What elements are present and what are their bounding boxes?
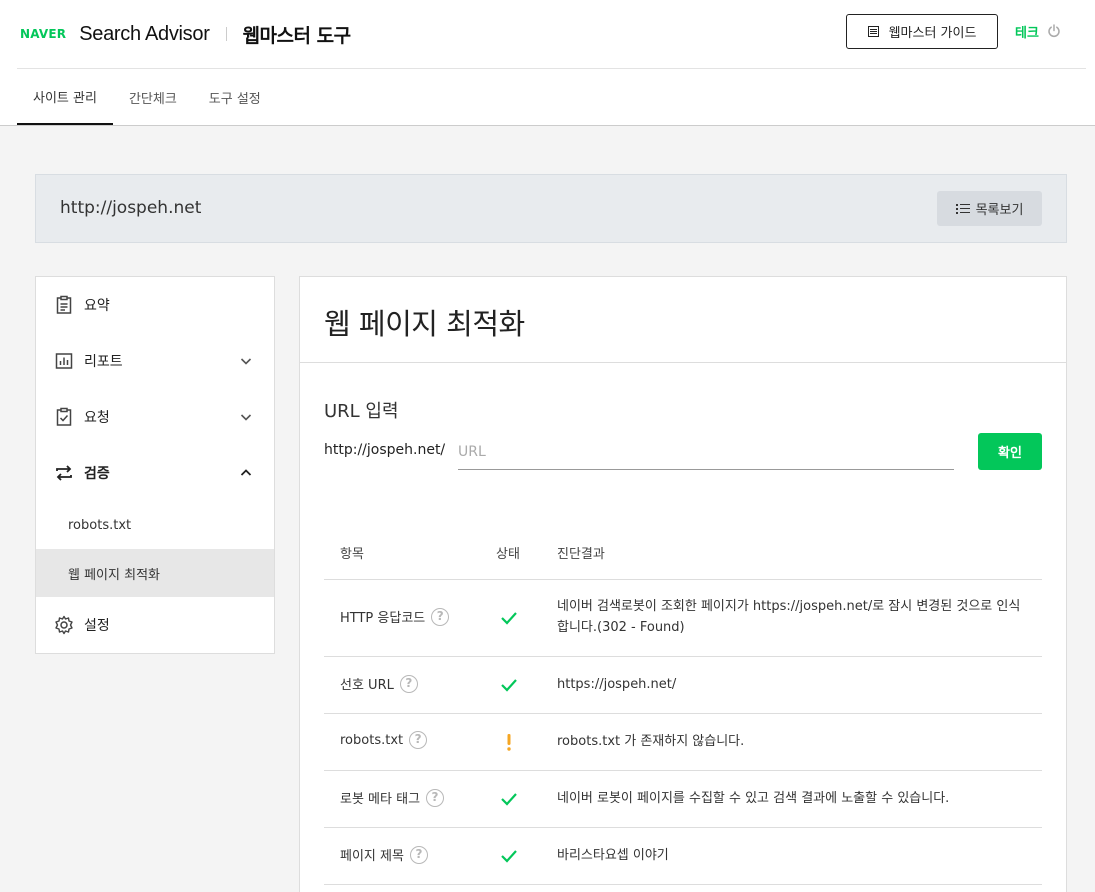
brand-divider xyxy=(225,27,227,41)
naver-logo[interactable]: NAVER xyxy=(20,27,66,41)
user-name[interactable]: 테크 xyxy=(1015,22,1039,41)
sidebar-item-label: 요약 xyxy=(84,298,110,314)
chevron-down-icon xyxy=(240,414,252,421)
row-result: 네이버 검색로봇이 조회한 페이지가 https://jospeh.net/로 … xyxy=(557,599,1021,635)
url-section-title: URL 입력 xyxy=(324,401,399,422)
sidebar-item-label: 검증 xyxy=(84,466,110,482)
site-bar: http://jospeh.net 목록보기 xyxy=(35,174,1067,243)
webmaster-guide-label: 웹마스터 가이드 xyxy=(888,26,977,41)
sidebar-item-request[interactable]: 요청 xyxy=(36,389,274,445)
table-row: 페이지 제목 ? 바리스타요셉 이야기 xyxy=(324,828,1042,885)
clipboard-check-icon xyxy=(56,407,72,426)
row-result: https://jospeh.net/ xyxy=(557,677,677,692)
sidebar-subitem-web-optimization[interactable]: 웹 페이지 최적화 xyxy=(36,549,274,597)
tab-simple-check[interactable]: 간단체크 xyxy=(113,69,193,125)
tab-site-management[interactable]: 사이트 관리 xyxy=(17,69,113,125)
row-item: 선호 URL ? xyxy=(340,674,418,693)
row-item: robots.txt ? xyxy=(340,731,428,749)
sidebar-item-verification[interactable]: 검증 xyxy=(36,445,274,501)
table-row: 선호 URL ? https://jospeh.net/ xyxy=(324,657,1042,714)
page-title: 웹 페이지 최적화 xyxy=(324,307,525,341)
brand[interactable]: NAVER Search Advisor 웹마스터 도구 xyxy=(20,20,351,48)
table-row: HTTP 응답코드 ? 네이버 검색로봇이 조회한 페이지가 https://j… xyxy=(324,580,1042,657)
row-result: 바리스타요셉 이야기 xyxy=(557,848,669,863)
row-item-label: robots.txt xyxy=(340,732,404,748)
confirm-button[interactable]: 확인 xyxy=(978,433,1042,470)
row-result: robots.txt 가 존재하지 않습니다. xyxy=(557,734,745,749)
row-item-label: 선호 URL xyxy=(340,678,394,693)
help-icon[interactable]: ? xyxy=(426,788,445,807)
url-input[interactable] xyxy=(458,435,954,470)
tab-tool-settings[interactable]: 도구 설정 xyxy=(193,69,277,125)
check-icon xyxy=(501,793,517,806)
check-icon xyxy=(501,612,517,625)
chevron-up-icon xyxy=(240,469,252,476)
help-icon[interactable]: ? xyxy=(409,845,428,864)
power-icon[interactable] xyxy=(1047,24,1061,38)
row-item-label: 페이지 제목 xyxy=(340,849,404,864)
header-result: 진단결과 xyxy=(557,547,605,562)
gear-icon xyxy=(55,615,73,635)
product-name[interactable]: Search Advisor xyxy=(79,23,210,46)
webmaster-guide-button[interactable]: 웹마스터 가이드 xyxy=(846,14,998,49)
main-tabs: 사이트 관리 간단체크 도구 설정 xyxy=(17,69,277,125)
site-url: http://jospeh.net xyxy=(60,198,202,218)
header-item: 항목 xyxy=(340,547,364,562)
list-view-label: 목록보기 xyxy=(975,203,1024,218)
chevron-down-icon xyxy=(240,358,252,365)
warning-icon xyxy=(507,734,511,751)
sidebar-item-report[interactable]: 리포트 xyxy=(36,333,274,389)
list-view-button[interactable]: 목록보기 xyxy=(937,191,1042,226)
title-divider xyxy=(300,362,1066,363)
help-icon[interactable]: ? xyxy=(409,731,428,749)
swap-icon xyxy=(56,465,72,481)
diagnosis-table: 항목 상태 진단결과 HTTP 응답코드 ? 네이버 검색로봇이 조회한 페이지… xyxy=(324,523,1042,885)
help-icon[interactable]: ? xyxy=(431,607,450,626)
sidebar-item-summary[interactable]: 요약 xyxy=(36,277,274,333)
table-row: robots.txt ? robots.txt 가 존재하지 않습니다. xyxy=(324,714,1042,771)
table-row: 로봇 메타 태그 ? 네이버 로봇이 페이지를 수집할 수 있고 검색 결과에 … xyxy=(324,771,1042,828)
sidebar-item-label: 설정 xyxy=(84,618,110,634)
row-item: 페이지 제목 ? xyxy=(340,845,428,864)
sidebar-subitem-robots[interactable]: robots.txt xyxy=(36,501,274,549)
url-prefix: http://jospeh.net/ xyxy=(324,442,446,458)
book-icon xyxy=(867,26,879,37)
sidebar-item-settings[interactable]: 설정 xyxy=(36,597,274,653)
main-panel: 웹 페이지 최적화 URL 입력 http://jospeh.net/ 확인 항… xyxy=(299,276,1067,892)
header-status: 상태 xyxy=(496,547,520,562)
list-icon xyxy=(955,203,970,214)
row-result: 네이버 로봇이 페이지를 수집할 수 있고 검색 결과에 노출할 수 있습니다. xyxy=(557,791,950,806)
help-icon[interactable]: ? xyxy=(399,674,418,693)
sidebar-item-label: 요청 xyxy=(84,410,110,426)
tool-title[interactable]: 웹마스터 도구 xyxy=(243,21,352,48)
check-icon xyxy=(501,679,517,692)
row-item: 로봇 메타 태그 ? xyxy=(340,788,445,807)
sidebar: 요약 리포트 요청 검증 robots.txt 웹 페이지 최적화 설정 xyxy=(35,276,275,654)
top-header: NAVER Search Advisor 웹마스터 도구 웹마스터 가이드 테크… xyxy=(0,0,1095,126)
row-item: HTTP 응답코드 ? xyxy=(340,607,450,626)
table-header: 항목 상태 진단결과 xyxy=(324,523,1042,580)
row-item-label: 로봇 메타 태그 xyxy=(340,792,421,807)
check-icon xyxy=(501,850,517,863)
chart-icon xyxy=(55,353,73,369)
clipboard-icon xyxy=(56,295,72,314)
row-item-label: HTTP 응답코드 xyxy=(340,611,426,626)
sidebar-item-label: 리포트 xyxy=(84,354,123,370)
